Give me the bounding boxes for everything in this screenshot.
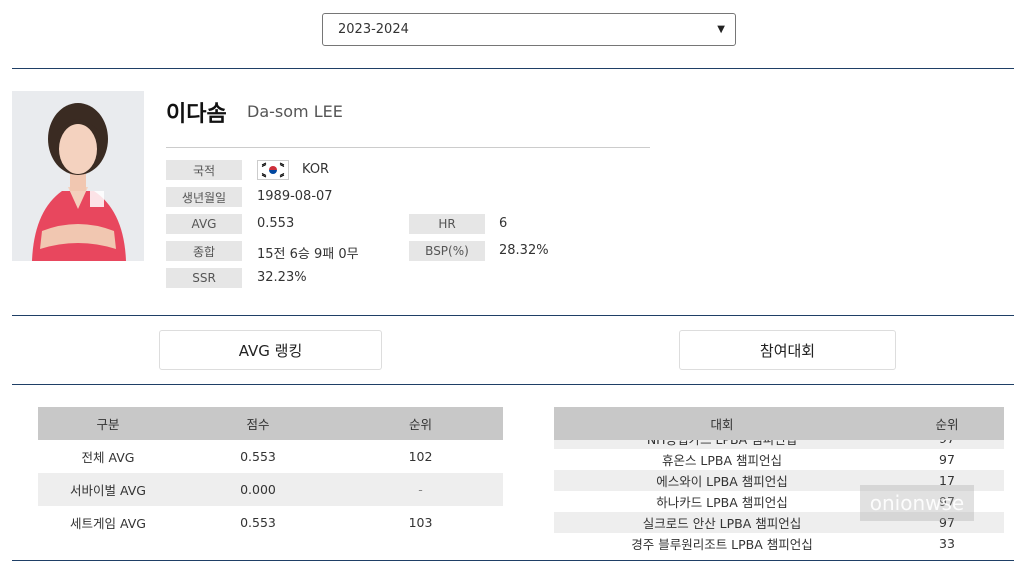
tournament-table[interactable]: 대회 순위 NH농협카드 LPBA 챔피언십 97 휴온스 LPBA 챔피언십 … bbox=[554, 407, 1004, 557]
row-tournament: 실크로드 안산 LPBA 챔피언십 bbox=[642, 516, 802, 531]
ssr-label: SSR bbox=[166, 268, 242, 288]
season-select[interactable]: 2023-2024 ▼ bbox=[322, 13, 736, 46]
header-score: 점수 bbox=[246, 417, 270, 432]
header-tournament: 대회 bbox=[710, 417, 734, 432]
row-category: 서바이벌 AVG bbox=[70, 483, 146, 498]
divider bbox=[12, 315, 1014, 316]
divider bbox=[12, 68, 1014, 69]
name-divider bbox=[166, 147, 650, 148]
avg-label: AVG bbox=[166, 214, 242, 234]
korea-flag-icon bbox=[257, 160, 289, 180]
row-score: 0.553 bbox=[240, 515, 276, 530]
row-tournament: 휴온스 LPBA 챔피언십 bbox=[661, 453, 783, 468]
row-category: 전체 AVG bbox=[81, 450, 135, 465]
header-rank: 순위 bbox=[935, 417, 959, 432]
row-tournament: 에스와이 LPBA 챔피언십 bbox=[656, 474, 788, 489]
player-name-en: Da-som LEE bbox=[247, 102, 343, 121]
watermark: onionwse bbox=[860, 485, 974, 521]
record-label: 종합 bbox=[166, 241, 242, 261]
avg-value: 0.553 bbox=[257, 216, 295, 231]
hr-value: 6 bbox=[499, 216, 508, 231]
chevron-down-icon: ▼ bbox=[717, 24, 725, 35]
tournaments-button[interactable]: 참여대회 bbox=[679, 330, 896, 370]
avg-ranking-button[interactable]: AVG 랭킹 bbox=[159, 330, 382, 370]
tournament-table-header: 대회 순위 bbox=[554, 407, 1004, 440]
header-rank: 순위 bbox=[408, 417, 432, 432]
row-category: 세트게임 AVG bbox=[70, 516, 146, 531]
row-tournament: 하나카드 LPBA 챔피언십 bbox=[656, 495, 788, 510]
header-category: 구분 bbox=[96, 417, 120, 432]
bsp-label: BSP(%) bbox=[409, 241, 485, 261]
ssr-value: 32.23% bbox=[257, 270, 307, 285]
row-score: 0.553 bbox=[240, 449, 276, 464]
season-select-value: 2023-2024 bbox=[338, 22, 409, 37]
bsp-value: 28.32% bbox=[499, 243, 549, 258]
table-row: 서바이벌 AVG 0.000 - bbox=[38, 473, 503, 506]
table-row: 경주 블루원리조트 LPBA 챔피언십 33 bbox=[554, 533, 1004, 554]
player-name-ko: 이다솜 bbox=[166, 102, 227, 127]
record-value: 15전 6승 9패 0무 bbox=[257, 247, 359, 262]
divider bbox=[12, 384, 1014, 385]
player-photo bbox=[12, 91, 144, 261]
row-rank: 102 bbox=[408, 449, 433, 464]
row-rank: - bbox=[418, 482, 423, 497]
birth-label: 생년월일 bbox=[166, 187, 242, 207]
table-row: 세트게임 AVG 0.553 103 bbox=[38, 506, 503, 539]
nationality-value: KOR bbox=[302, 162, 330, 177]
birth-value: 1989-08-07 bbox=[257, 189, 333, 204]
row-rank: 33 bbox=[939, 536, 955, 551]
table-row: 전체 AVG 0.553 102 bbox=[38, 440, 503, 473]
row-tournament: 경주 블루원리조트 LPBA 챔피언십 bbox=[631, 537, 813, 552]
nationality-label: 국적 bbox=[166, 160, 242, 180]
avg-table-header: 구분 점수 순위 bbox=[38, 407, 503, 440]
table-row: 휴온스 LPBA 챔피언십 97 bbox=[554, 449, 1004, 470]
row-rank: 97 bbox=[939, 452, 955, 467]
avg-table: 구분 점수 순위 전체 AVG 0.553 102 서바이벌 AVG 0.000… bbox=[38, 407, 503, 539]
divider bbox=[12, 560, 1014, 561]
row-rank: 103 bbox=[408, 515, 433, 530]
row-score: 0.000 bbox=[240, 482, 276, 497]
hr-label: HR bbox=[409, 214, 485, 234]
